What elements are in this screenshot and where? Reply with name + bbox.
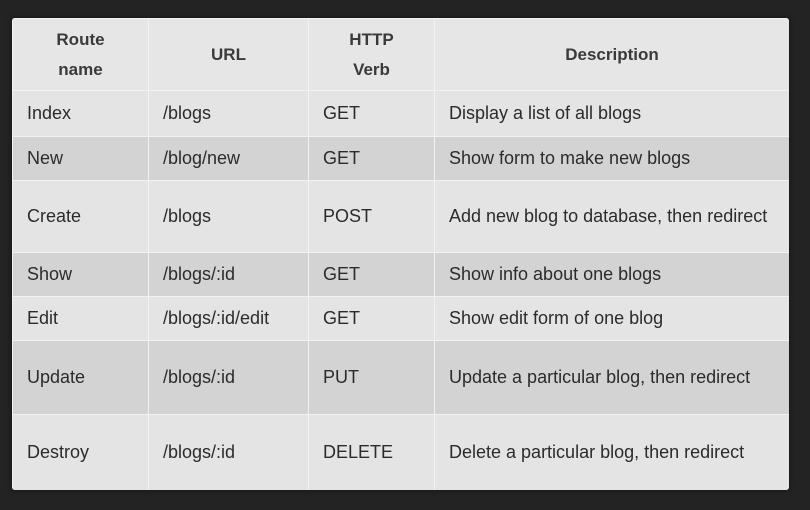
route-name-cell: New [12,136,149,181]
route-name-cell: Edit [12,296,149,341]
table-row-show: Show /blogs/:id GET Show info about one … [12,252,789,297]
url-cell: /blogs/:id [148,414,309,490]
header-description: Description [434,18,789,91]
verb-cell: GET [308,296,435,341]
header-http-verb: HTTP Verb [308,18,435,91]
url-cell: /blog/new [148,136,309,181]
verb-cell: GET [308,90,435,137]
table-row-new: New /blog/new GET Show form to make new … [12,136,789,181]
table-row-update: Update /blogs/:id PUT Update a particula… [12,340,789,415]
verb-cell: DELETE [308,414,435,490]
verb-cell: POST [308,180,435,253]
description-cell: Delete a particular blog, then redirect [434,414,789,490]
header-url: URL [148,18,309,91]
table-row-destroy: Destroy /blogs/:id DELETE Delete a parti… [12,414,789,490]
route-name-cell: Create [12,180,149,253]
url-cell: /blogs [148,180,309,253]
verb-cell: GET [308,136,435,181]
table-row-edit: Edit /blogs/:id/edit GET Show edit form … [12,296,789,341]
url-cell: /blogs/:id/edit [148,296,309,341]
url-cell: /blogs [148,90,309,137]
description-cell: Display a list of all blogs [434,90,789,137]
verb-cell: PUT [308,340,435,415]
url-cell: /blogs/:id [148,252,309,297]
routes-table-card: Route name URL HTTP Verb Description Ind… [12,18,789,490]
verb-cell: GET [308,252,435,297]
description-cell: Show info about one blogs [434,252,789,297]
route-name-cell: Update [12,340,149,415]
description-cell: Show edit form of one blog [434,296,789,341]
route-name-cell: Index [12,90,149,137]
table-row-index: Index /blogs GET Display a list of all b… [12,90,789,137]
url-cell: /blogs/:id [148,340,309,415]
description-cell: Show form to make new blogs [434,136,789,181]
table-row-create: Create /blogs POST Add new blog to datab… [12,180,789,253]
description-cell: Add new blog to database, then redirect [434,180,789,253]
header-route-name: Route name [12,18,149,91]
table-header-row: Route name URL HTTP Verb Description [12,18,789,91]
description-cell: Update a particular blog, then redirect [434,340,789,415]
restful-routes-table: Route name URL HTTP Verb Description Ind… [12,18,789,490]
route-name-cell: Show [12,252,149,297]
route-name-cell: Destroy [12,414,149,490]
